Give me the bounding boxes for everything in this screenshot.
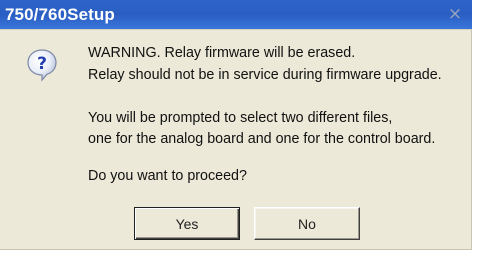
message-line-5: Do you want to proceed? bbox=[88, 168, 247, 184]
close-icon: × bbox=[447, 4, 463, 24]
message-line-4: one for the analog board and one for the… bbox=[88, 131, 436, 147]
message-line-3: You will be prompted to select two diffe… bbox=[88, 110, 393, 126]
title-bar[interactable]: 750/760Setup × bbox=[0, 0, 472, 30]
no-button[interactable]: No bbox=[254, 207, 360, 240]
message-line-2: Relay should not be in service during fi… bbox=[88, 67, 442, 83]
question-glyph: ? bbox=[37, 54, 47, 74]
close-button[interactable]: × bbox=[444, 4, 466, 24]
window-title: 750/760Setup bbox=[5, 5, 115, 24]
message-line-1: WARNING. Relay firmware will be erased. bbox=[88, 45, 356, 61]
yes-button-label: Yes bbox=[175, 215, 199, 232]
no-button-label: No bbox=[298, 215, 316, 232]
message-dialog: 750/760Setup × ? WARNING. Relay firmware… bbox=[0, 0, 472, 250]
yes-button[interactable]: Yes bbox=[134, 207, 240, 240]
question-icon: ? bbox=[27, 49, 57, 82]
